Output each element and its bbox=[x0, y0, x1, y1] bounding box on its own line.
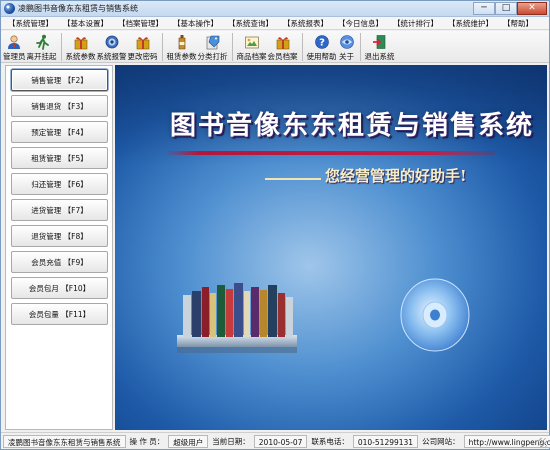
menu-bar: 【系统管理】 【基本设置】 【档案管理】 【基本操作】 【系统查询】 【系统报表… bbox=[1, 17, 549, 30]
nav-member-package[interactable]: 会员包量 【F11】 bbox=[11, 303, 108, 325]
system-parameters-button[interactable]: 系统参数 bbox=[66, 31, 96, 62]
close-button[interactable]: ✕ bbox=[517, 2, 547, 15]
function-nav-panel: 销售管理 【F2】 销售退货 【F3】 预定管理 【F4】 租赁管理 【F5】 … bbox=[5, 65, 113, 430]
nav-reservation-management[interactable]: 预定管理 【F4】 bbox=[11, 121, 108, 143]
status-bar: 凌鹏图书音像东东租赁与销售系统 操 作 员： 超级用户 当前日期： 2010-0… bbox=[1, 432, 550, 449]
status-phone-value: 010-51299131 bbox=[352, 434, 419, 448]
goods-archive-button[interactable]: 商品档案 bbox=[237, 31, 267, 62]
exit-door-icon bbox=[371, 33, 389, 50]
window-title: 凌鹏图书音像东东租赁与销售系统 bbox=[18, 4, 138, 13]
gear-icon bbox=[103, 33, 121, 50]
window-controls: ─ □ ✕ bbox=[473, 2, 547, 16]
usage-help-button[interactable]: ? 使用帮助 bbox=[307, 31, 337, 62]
status-operator-label: 操 作 员： bbox=[129, 436, 165, 446]
toolbar: 管理员 离开挂起 系统参数 系统报警 更改密码 租赁参数 分类打折 商品档案 会… bbox=[1, 31, 549, 63]
nav-return-management[interactable]: 归还管理 【F6】 bbox=[11, 173, 108, 195]
status-app-name: 凌鹏图书音像东东租赁与销售系统 bbox=[3, 434, 126, 448]
administrator-button[interactable]: 管理员 bbox=[3, 31, 26, 62]
welcome-banner: 图书音像东东租赁与销售系统 您经营管理的好助手! bbox=[115, 65, 547, 430]
resize-grip[interactable] bbox=[538, 438, 547, 447]
nav-sales-return[interactable]: 销售退货 【F3】 bbox=[11, 95, 108, 117]
cd-disc-image bbox=[400, 278, 470, 352]
status-site-label: 公司网站： bbox=[422, 436, 460, 446]
rental-parameters-button[interactable]: 租赁参数 bbox=[167, 31, 197, 62]
slogan-text: 您经营管理的好助手! bbox=[325, 167, 467, 185]
gift-box-icon bbox=[72, 33, 90, 50]
about-button[interactable]: 关于 bbox=[338, 31, 356, 62]
minimize-button[interactable]: ─ bbox=[473, 2, 495, 15]
svg-text:?: ? bbox=[319, 37, 325, 48]
nav-purchase-management[interactable]: 进货管理 【F7】 bbox=[11, 199, 108, 221]
price-tag-icon bbox=[204, 33, 222, 50]
system-alarm-label: 系统报警 bbox=[96, 52, 127, 61]
toolbar-separator bbox=[301, 33, 303, 61]
change-password-label: 更改密码 bbox=[127, 52, 158, 61]
toolbar-separator bbox=[60, 33, 62, 61]
nav-sales-management[interactable]: 销售管理 【F2】 bbox=[11, 69, 108, 91]
title-underline bbox=[165, 151, 495, 155]
menu-archive-management[interactable]: 【档案管理】 bbox=[113, 18, 168, 29]
member-archive-label: 会员档案 bbox=[267, 52, 298, 61]
running-man-icon bbox=[33, 33, 51, 50]
change-password-button[interactable]: 更改密码 bbox=[128, 31, 158, 62]
maximize-button[interactable]: □ bbox=[495, 2, 517, 15]
status-phone-label: 联系电话： bbox=[311, 436, 349, 446]
menu-system-management[interactable]: 【系统管理】 bbox=[3, 18, 58, 29]
photo-archive-icon bbox=[243, 33, 261, 50]
nav-rental-management[interactable]: 租赁管理 【F5】 bbox=[11, 147, 108, 169]
administrator-icon bbox=[5, 33, 23, 50]
exit-system-button[interactable]: 退出系统 bbox=[365, 31, 395, 62]
gift-box-icon bbox=[134, 33, 152, 50]
status-operator-value: 超级用户 bbox=[168, 434, 209, 448]
rental-parameters-label: 租赁参数 bbox=[166, 52, 197, 61]
leave-suspend-label: 离开挂起 bbox=[26, 52, 57, 61]
menu-system-maintenance[interactable]: 【系统维护】 bbox=[443, 18, 498, 29]
about-label: 关于 bbox=[339, 52, 354, 61]
bookshelf-image bbox=[177, 283, 297, 353]
app-window: 凌鹏图书音像东东租赁与销售系统 ─ □ ✕ 【系统管理】 【基本设置】 【档案管… bbox=[0, 0, 550, 450]
bottle-icon bbox=[173, 33, 191, 50]
menu-system-reports[interactable]: 【系统报表】 bbox=[278, 18, 333, 29]
system-title: 图书音像东东租赁与销售系统 bbox=[170, 111, 535, 141]
system-alarm-button[interactable]: 系统报警 bbox=[97, 31, 127, 62]
menu-basic-operations[interactable]: 【基本操作】 bbox=[168, 18, 223, 29]
exit-system-label: 退出系统 bbox=[364, 52, 395, 61]
menu-statistics-ranking[interactable]: 【统计排行】 bbox=[388, 18, 443, 29]
gift-box-icon bbox=[274, 33, 292, 50]
system-parameters-label: 系统参数 bbox=[65, 52, 96, 61]
menu-today-info[interactable]: 【今日信息】 bbox=[333, 18, 388, 29]
title-bar[interactable]: 凌鹏图书音像东东租赁与销售系统 ─ □ ✕ bbox=[1, 1, 549, 17]
about-icon bbox=[338, 33, 356, 50]
toolbar-separator bbox=[231, 33, 233, 61]
toolbar-separator bbox=[161, 33, 163, 61]
leave-suspend-button[interactable]: 离开挂起 bbox=[27, 31, 57, 62]
help-icon: ? bbox=[313, 33, 331, 50]
category-discount-button[interactable]: 分类打折 bbox=[198, 31, 228, 62]
status-date-value: 2010-05-07 bbox=[253, 434, 308, 448]
nav-purchase-return-management[interactable]: 退货管理 【F8】 bbox=[11, 225, 108, 247]
nav-member-recharge[interactable]: 会员充值 【F9】 bbox=[11, 251, 108, 273]
nav-member-monthly[interactable]: 会员包月 【F10】 bbox=[11, 277, 108, 299]
administrator-label: 管理员 bbox=[3, 52, 26, 61]
slogan-dash bbox=[265, 178, 321, 180]
menu-help[interactable]: 【帮助】 bbox=[498, 18, 538, 29]
toolbar-separator bbox=[359, 33, 361, 61]
menu-basic-settings[interactable]: 【基本设置】 bbox=[58, 18, 113, 29]
goods-archive-label: 商品档案 bbox=[236, 52, 267, 61]
usage-help-label: 使用帮助 bbox=[306, 52, 337, 61]
status-date-label: 当前日期： bbox=[212, 436, 250, 446]
app-logo-icon bbox=[4, 3, 15, 14]
category-discount-label: 分类打折 bbox=[197, 52, 228, 61]
menu-system-query[interactable]: 【系统查询】 bbox=[223, 18, 278, 29]
member-archive-button[interactable]: 会员档案 bbox=[268, 31, 298, 62]
